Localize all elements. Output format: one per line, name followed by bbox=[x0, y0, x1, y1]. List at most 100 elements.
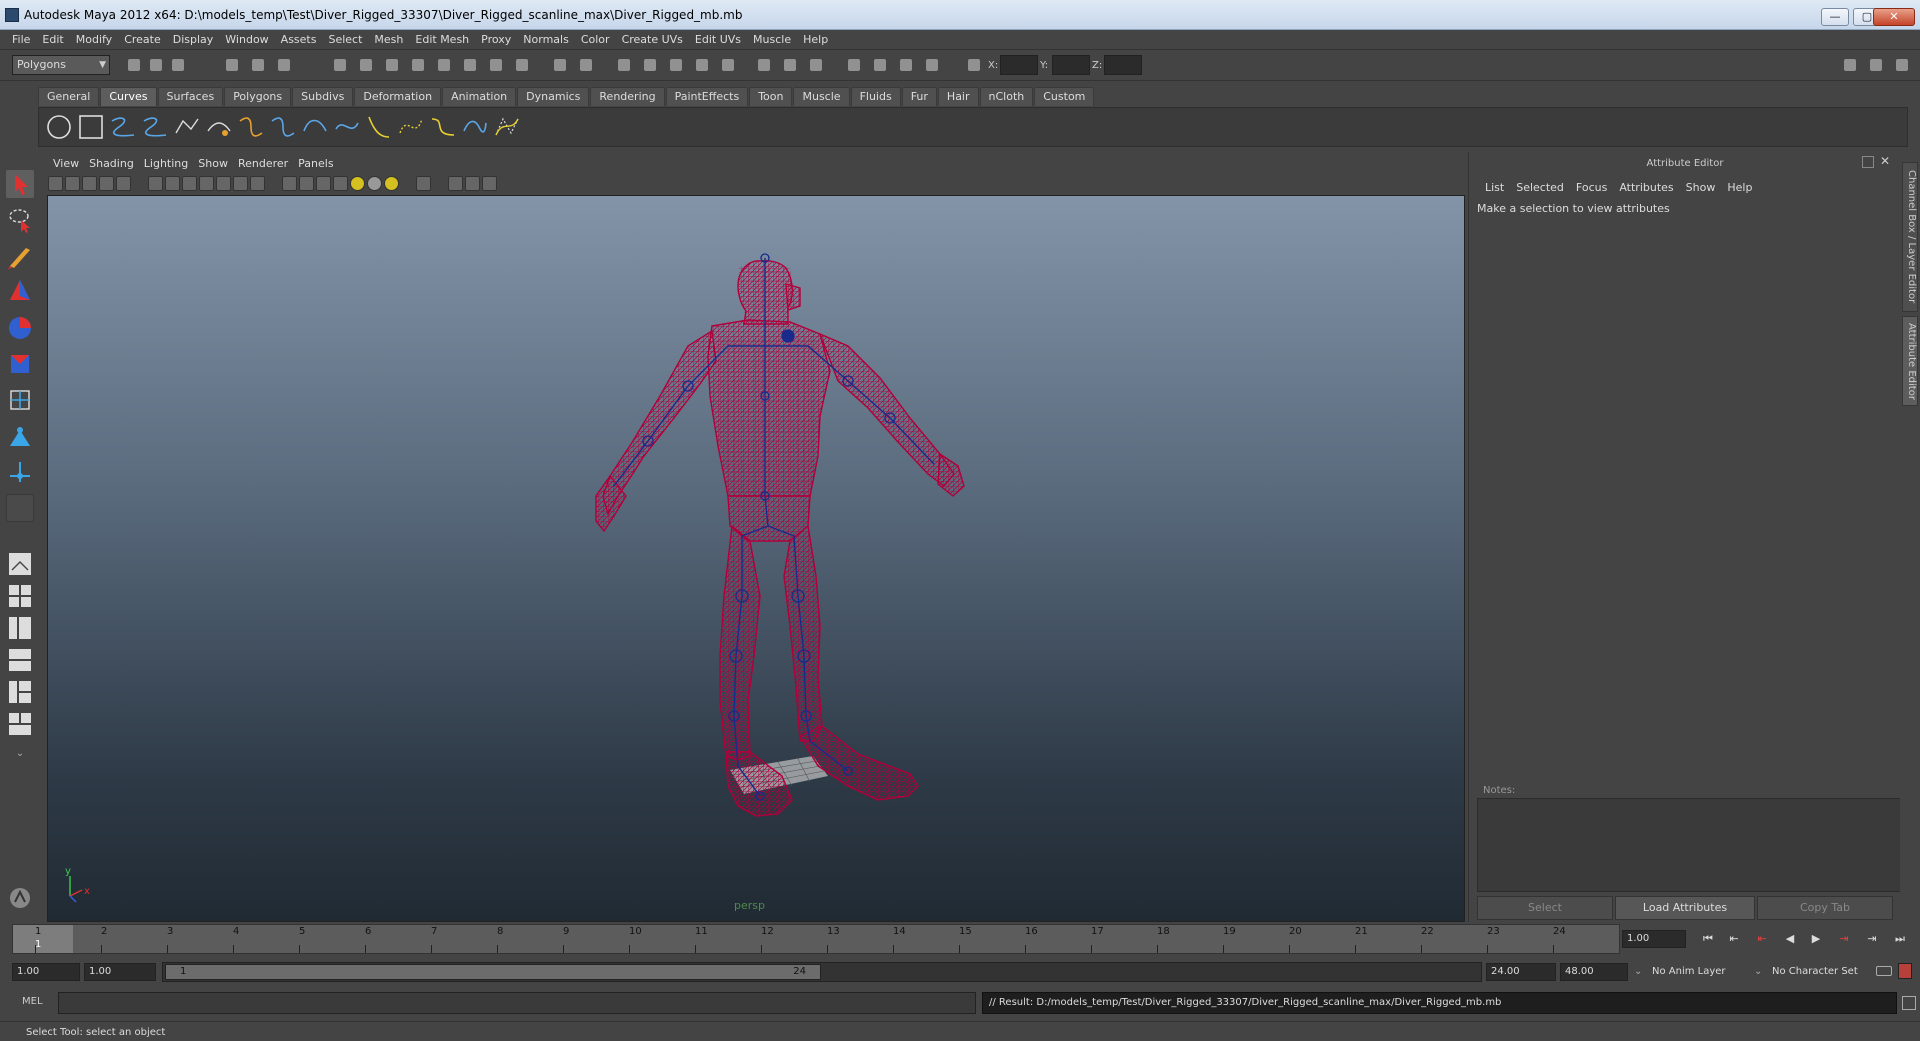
show-channel-box-icon[interactable] bbox=[1892, 55, 1912, 75]
pencil-curve-tool-icon[interactable] bbox=[173, 113, 201, 141]
shelf-tab-toon[interactable]: Toon bbox=[749, 87, 793, 106]
grid-toggle-icon[interactable] bbox=[148, 176, 163, 191]
range-bar[interactable]: 1 24 bbox=[162, 962, 1482, 982]
bookmarks-icon[interactable] bbox=[82, 176, 97, 191]
wireframe-icon[interactable] bbox=[282, 176, 297, 191]
shelf-tab-dynamics[interactable]: Dynamics bbox=[517, 87, 590, 106]
maya-app-icon[interactable] bbox=[5, 8, 19, 22]
wireframe-on-shaded-icon[interactable] bbox=[316, 176, 331, 191]
perspective-viewport[interactable]: y x persp bbox=[47, 195, 1465, 922]
menu-set-dropdown[interactable]: Polygons ▼ bbox=[12, 55, 110, 75]
select-camera-icon[interactable] bbox=[48, 176, 63, 191]
lock-selection-icon[interactable] bbox=[550, 55, 570, 75]
shelf-tab-fluids[interactable]: Fluids bbox=[850, 87, 901, 106]
hypershade-icon[interactable] bbox=[922, 55, 942, 75]
menu-help[interactable]: Help bbox=[797, 30, 834, 50]
save-scene-icon[interactable] bbox=[168, 55, 188, 75]
new-scene-icon[interactable] bbox=[124, 55, 144, 75]
four-view-layout-icon[interactable] bbox=[6, 582, 34, 610]
field-chart-icon[interactable] bbox=[216, 176, 231, 191]
input-output-icon[interactable] bbox=[754, 55, 774, 75]
lasso-tool-icon[interactable] bbox=[6, 206, 34, 234]
shelf-tab-hair[interactable]: Hair bbox=[937, 87, 979, 106]
render-view-icon[interactable] bbox=[806, 55, 826, 75]
step-back-frame-icon[interactable]: ⇤ bbox=[1724, 930, 1744, 948]
select-tool-icon[interactable] bbox=[6, 170, 34, 198]
menu-select[interactable]: Select bbox=[322, 30, 368, 50]
mask-rendering-icon[interactable] bbox=[486, 55, 506, 75]
step-forward-frame-icon[interactable]: ⇥ bbox=[1862, 930, 1882, 948]
menu-modify[interactable]: Modify bbox=[70, 30, 118, 50]
shelf-tab-rendering[interactable]: Rendering bbox=[590, 87, 665, 106]
hypershade-layout-icon[interactable] bbox=[6, 678, 34, 706]
snap-curve-icon[interactable] bbox=[640, 55, 660, 75]
play-backwards-icon[interactable]: ◀ bbox=[1780, 930, 1800, 948]
ae-menu-help[interactable]: Help bbox=[1721, 180, 1758, 196]
menu-create-uvs[interactable]: Create UVs bbox=[616, 30, 689, 50]
panel-menu-show[interactable]: Show bbox=[193, 156, 233, 172]
menu-color[interactable]: Color bbox=[575, 30, 616, 50]
auto-key-icon[interactable] bbox=[1876, 966, 1892, 976]
shelf-tab-ncloth[interactable]: nCloth bbox=[979, 87, 1034, 106]
xray-icon[interactable] bbox=[448, 176, 463, 191]
time-ruler[interactable]: 1 1 2 3 4 5 6 7 8 9 10 11 12 13 14 15 16… bbox=[12, 924, 1620, 954]
soft-mod-tool-icon[interactable] bbox=[6, 422, 34, 450]
mask-handles-icon[interactable] bbox=[330, 55, 350, 75]
render-settings-icon[interactable] bbox=[896, 55, 916, 75]
graph-editor-layout-icon[interactable] bbox=[6, 710, 34, 738]
isolate-select-icon[interactable] bbox=[416, 176, 431, 191]
close-button[interactable]: ✕ bbox=[1873, 8, 1915, 26]
show-tool-settings-icon[interactable] bbox=[1866, 55, 1886, 75]
show-attribute-editor-icon[interactable] bbox=[1840, 55, 1860, 75]
snap-plane-icon[interactable] bbox=[692, 55, 712, 75]
float-panel-icon[interactable] bbox=[1862, 156, 1874, 168]
script-editor-icon[interactable] bbox=[1902, 996, 1916, 1010]
resolution-gate-icon[interactable] bbox=[182, 176, 197, 191]
panel-menu-view[interactable]: View bbox=[48, 156, 84, 172]
panel-menu-renderer[interactable]: Renderer bbox=[233, 156, 293, 172]
chevron-down-icon[interactable]: ⌄ bbox=[1754, 963, 1764, 981]
playback-start-field[interactable]: 1.00 bbox=[84, 963, 156, 981]
diver-wireframe-model[interactable]: y x bbox=[48, 196, 1465, 922]
xray-joints-icon[interactable] bbox=[465, 176, 480, 191]
select-hierarchy-icon[interactable] bbox=[222, 55, 242, 75]
persp-outliner-layout-icon[interactable] bbox=[6, 614, 34, 642]
z-field[interactable] bbox=[1104, 55, 1142, 75]
cv-curve-tool-icon[interactable] bbox=[109, 113, 137, 141]
current-time-marker[interactable] bbox=[13, 925, 73, 953]
offset-curve-icon[interactable] bbox=[365, 113, 393, 141]
ae-select-button[interactable]: Select bbox=[1477, 896, 1613, 920]
nurbs-square-icon[interactable] bbox=[77, 113, 105, 141]
show-manipulator-icon[interactable] bbox=[6, 458, 34, 486]
menu-mesh[interactable]: Mesh bbox=[368, 30, 409, 50]
render-frame-icon[interactable] bbox=[844, 55, 864, 75]
shelf-tab-fur[interactable]: Fur bbox=[901, 87, 937, 106]
two-d-pan-zoom-icon[interactable] bbox=[116, 176, 131, 191]
menu-display[interactable]: Display bbox=[167, 30, 220, 50]
nurbs-circle-icon[interactable] bbox=[45, 113, 73, 141]
panel-menu-panels[interactable]: Panels bbox=[293, 156, 338, 172]
menu-window[interactable]: Window bbox=[219, 30, 274, 50]
ep-curve-tool-icon[interactable] bbox=[141, 113, 169, 141]
smooth-shade-icon[interactable] bbox=[299, 176, 314, 191]
y-field[interactable] bbox=[1052, 55, 1090, 75]
use-all-lights-icon[interactable] bbox=[350, 176, 365, 191]
textured-icon[interactable] bbox=[333, 176, 348, 191]
scene-info-icon[interactable] bbox=[6, 884, 34, 912]
mask-dynamics-icon[interactable] bbox=[460, 55, 480, 75]
copy-tab-button[interactable]: Copy Tab bbox=[1757, 896, 1893, 920]
last-used-tool-slot[interactable] bbox=[6, 494, 34, 522]
character-set-dropdown[interactable]: No Character Set bbox=[1772, 963, 1858, 981]
menu-assets[interactable]: Assets bbox=[275, 30, 323, 50]
safe-title-icon[interactable] bbox=[250, 176, 265, 191]
make-live-icon[interactable] bbox=[718, 55, 738, 75]
bezier-curve-icon[interactable] bbox=[493, 113, 521, 141]
ae-menu-list[interactable]: List bbox=[1479, 180, 1510, 196]
shelf-tab-custom[interactable]: Custom bbox=[1034, 87, 1095, 106]
ae-menu-attributes[interactable]: Attributes bbox=[1613, 180, 1679, 196]
play-forwards-icon[interactable]: ▶ bbox=[1806, 930, 1826, 948]
rotate-tool-icon[interactable] bbox=[6, 314, 34, 342]
single-perspective-layout-icon[interactable] bbox=[6, 550, 34, 578]
mask-misc-icon[interactable] bbox=[512, 55, 532, 75]
attach-curves-icon[interactable] bbox=[237, 113, 265, 141]
